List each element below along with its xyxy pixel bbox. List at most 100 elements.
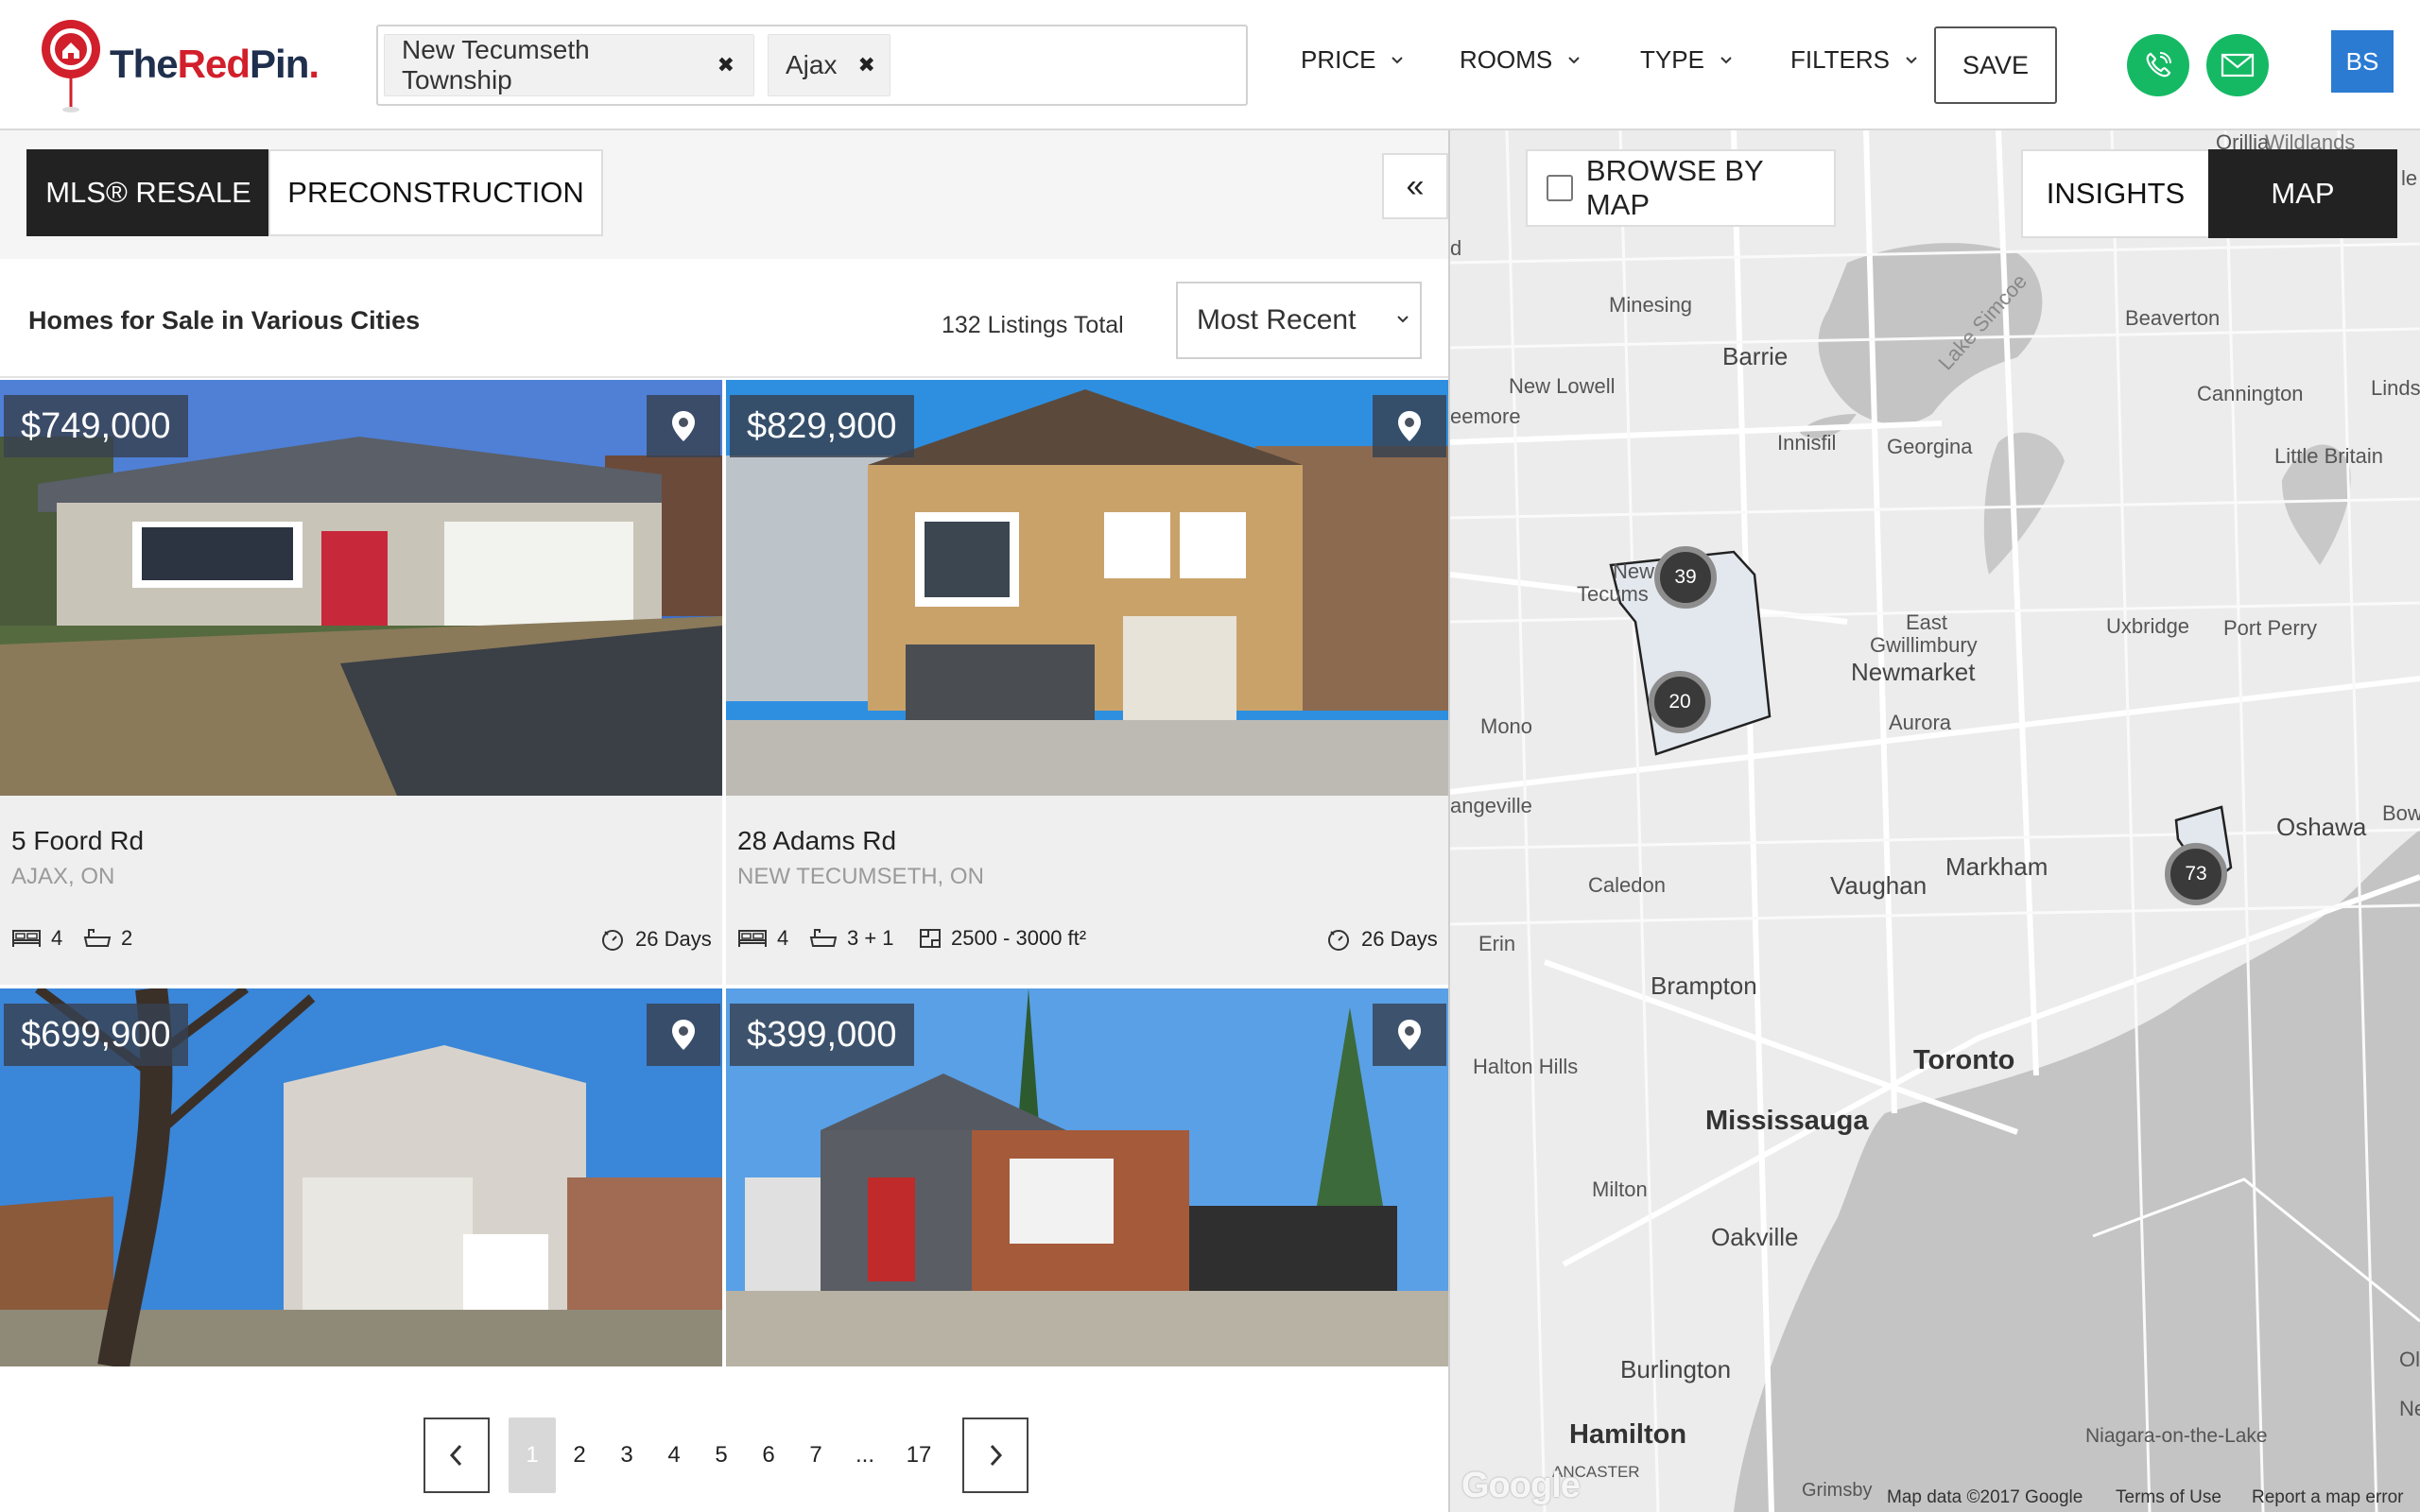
page-number[interactable]: 6 [756,1418,781,1493]
chevron-right-icon [990,1444,1003,1467]
email-button[interactable] [2206,34,2269,96]
listing-address[interactable]: 28 Adams Rd [737,826,896,856]
page-title: Homes for Sale in Various Cities [28,306,421,335]
listing-photo[interactable]: $749,000 [0,380,722,796]
map-label: Milton [1592,1177,1648,1201]
listing-photo[interactable]: $829,900 [726,380,1448,796]
listing-cluster-marker[interactable]: 73 [2165,843,2227,905]
map-label: Vaughan [1830,871,1927,900]
chevron-down-icon [1568,56,1580,63]
map-label: New Lowell [1509,374,1616,398]
logo[interactable]: TheRedPin. [38,17,320,115]
listing-card[interactable]: $399,000 [726,988,1448,1366]
save-search-button[interactable]: SAVE [1934,26,2057,104]
call-button[interactable] [2127,34,2189,96]
chevron-down-icon [1720,56,1732,63]
bathtub-icon [809,929,838,947]
logo-text-red: Red [177,42,251,86]
listing-photo[interactable]: $699,900 [0,988,722,1366]
previous-page-button[interactable] [424,1418,490,1493]
user-avatar[interactable]: BS [2331,30,2394,93]
listing-baths-value: 3 + 1 [847,926,894,950]
listing-baths: 3 + 1 [809,926,894,951]
location-search-input[interactable]: New Tecumseth Township ✖ Ajax ✖ [376,25,1248,106]
map-label: Mono [1480,714,1533,738]
map-label: Minesing [1609,293,1693,317]
clock-icon [1328,930,1349,951]
google-logo: Google [1461,1466,1581,1505]
map-label: Erin [1478,932,1516,955]
collapse-panel-button[interactable]: « [1382,153,1448,219]
price-filter-dropdown[interactable]: PRICE [1301,45,1404,75]
listing-days-value: 26 Days [1361,927,1438,951]
map-label: Orillia [2216,130,2270,154]
next-page-button[interactable] [962,1418,1028,1493]
bed-icon [738,930,767,947]
listing-beds: 4 [11,926,62,951]
map-label: Grimsby [1802,1480,1873,1501]
more-filters-dropdown[interactable]: FILTERS [1790,45,1918,75]
listing-price: $399,000 [730,1004,914,1066]
map-label: Bow [2382,801,2420,825]
browse-by-map-toggle[interactable]: BROWSE BY MAP [1526,149,1836,227]
map-label: Gwillimbury [1870,633,1978,657]
map-pin-icon [1398,1020,1421,1050]
listing-address[interactable]: 5 Foord Rd [11,826,144,856]
remove-chip-icon[interactable]: ✖ [717,53,735,77]
page-ellipsis: ... [855,1442,874,1468]
chevron-down-icon [1392,56,1404,63]
logo-text-the: The [110,42,179,86]
listing-card[interactable]: $829,900 28 Adams Rd NEW TECUMSETH, ON 4… [726,380,1448,985]
map-label: Innisfil [1777,431,1837,455]
browse-by-map-label: BROWSE BY MAP [1585,154,1764,221]
listings-panel: MLS® RESALE PRECONSTRUCTION « Homes for … [0,130,1450,1512]
listing-cluster-marker[interactable]: 39 [1654,546,1717,609]
map-label: Hamilton [1569,1419,1687,1450]
page-number[interactable]: 5 [709,1418,734,1493]
terms-of-use-link[interactable]: Terms of Use [2116,1487,2221,1508]
report-map-error-link[interactable]: Report a map error [2252,1487,2404,1508]
map-label: Burlington [1620,1355,1732,1383]
listing-card[interactable]: $699,900 [0,988,722,1366]
chevron-down-icon [1906,56,1917,63]
listing-city: NEW TECUMSETH, ON [737,864,984,889]
map-canvas [1450,130,2420,1512]
location-chip-label: New Tecumseth Township [402,35,590,94]
remove-chip-icon[interactable]: ✖ [857,53,874,77]
map-label: d [1450,236,1462,260]
listing-photo[interactable]: $399,000 [726,988,1448,1366]
page-number[interactable]: 17 [902,1418,936,1493]
page-number[interactable]: 2 [567,1418,592,1493]
map-label: Oshawa [2276,813,2367,841]
insights-button[interactable]: INSIGHTS [2021,149,2210,238]
top-header: TheRedPin. New Tecumseth Township ✖ Ajax… [0,0,2420,130]
logo-text: TheRedPin. [110,42,320,87]
listing-beds-value: 4 [51,926,63,950]
listing-cluster-marker[interactable]: 20 [1649,671,1711,733]
map-button[interactable]: MAP [2208,149,2397,238]
show-on-map-button[interactable] [647,1004,720,1066]
show-on-map-button[interactable] [1373,395,1446,457]
browse-by-map-checkbox[interactable] [1547,175,1573,201]
show-on-map-button[interactable] [1373,1004,1446,1066]
page-number[interactable]: 4 [662,1418,686,1493]
page-number[interactable]: 3 [614,1418,639,1493]
map-view[interactable]: BROWSE BY MAP INSIGHTS MAP Orillia Wildl… [1450,130,2420,1512]
envelope-icon [2221,53,2255,77]
listing-baths: 2 [83,926,132,951]
bathtub-icon [83,929,112,947]
page-number[interactable]: 7 [804,1418,828,1493]
page-number-current[interactable]: 1 [509,1418,556,1493]
tab-preconstruction[interactable]: PRECONSTRUCTION [268,149,603,236]
listing-sqft: 2500 - 3000 ft² [919,926,1086,951]
chevron-left-icon [449,1444,462,1467]
map-label: New [1613,559,1655,583]
listing-days-value: 26 Days [635,927,712,951]
listing-card[interactable]: $749,000 5 Foord Rd AJAX, ON 4 2 26 Days [0,380,722,985]
show-on-map-button[interactable] [647,395,720,457]
map-label: Newmarket [1851,658,1976,686]
tab-mls-resale[interactable]: MLS® RESALE [26,149,270,236]
rooms-filter-dropdown[interactable]: ROOMS [1460,45,1581,75]
sort-select[interactable]: Most Recent [1176,282,1422,359]
type-filter-dropdown[interactable]: TYPE [1640,45,1733,75]
